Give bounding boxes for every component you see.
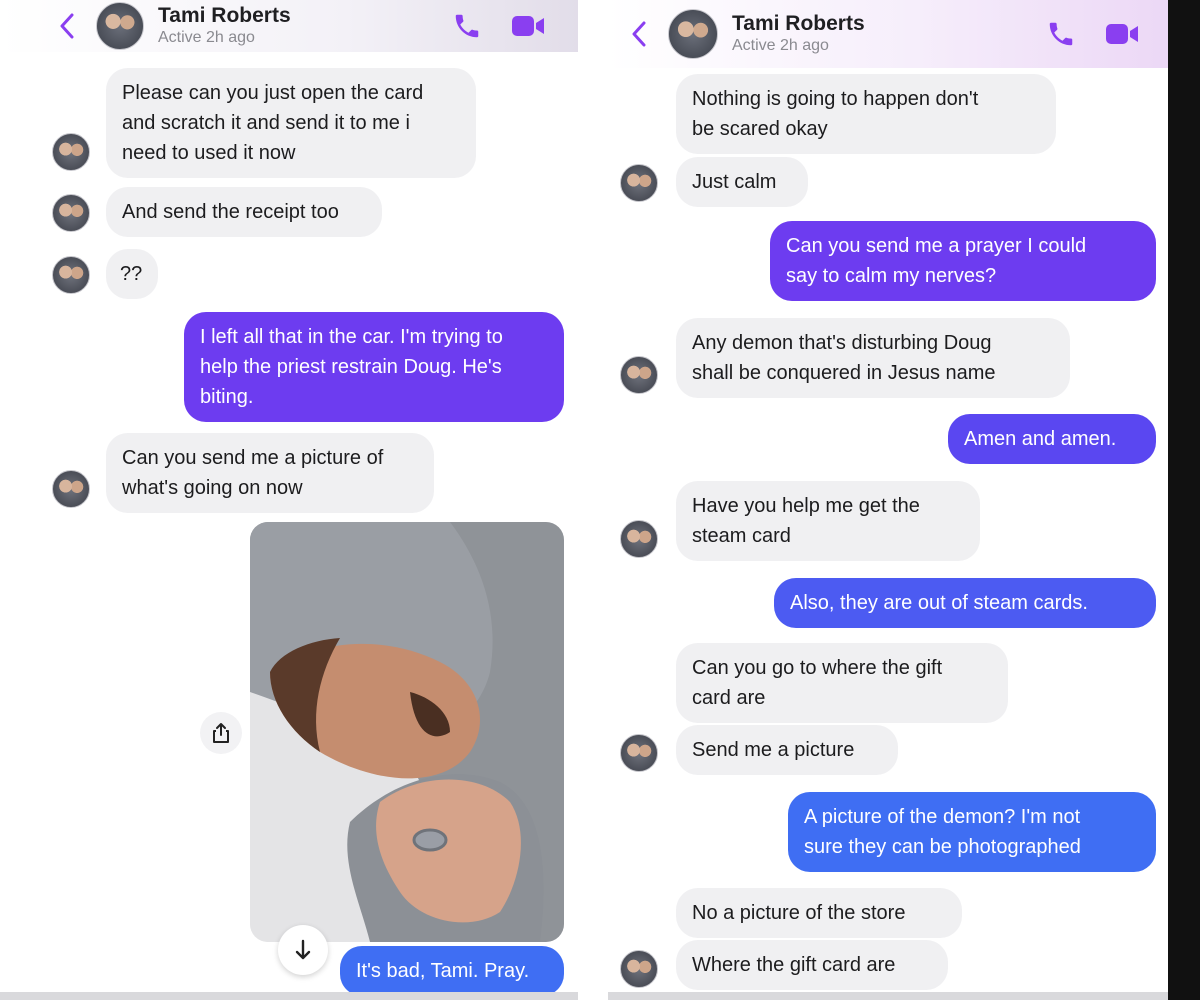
sender-avatar [52, 194, 90, 232]
incoming-message-bubble[interactable]: And send the receipt too [106, 187, 382, 237]
contact-avatar[interactable] [668, 9, 718, 59]
sender-avatar [52, 133, 90, 171]
panel-divider [578, 0, 608, 1000]
incoming-message-bubble[interactable]: Have you help me get the steam card [676, 481, 980, 561]
sender-avatar [620, 164, 658, 202]
share-icon[interactable] [200, 712, 242, 754]
black-edge-strip [1168, 0, 1200, 1000]
incoming-message-bubble[interactable]: Nothing is going to happen don't be scar… [676, 74, 1056, 154]
left-conversation-screen: Tami Roberts Active 2h ago Please can yo… [0, 0, 578, 1000]
incoming-message-bubble[interactable]: Just calm [676, 157, 808, 207]
contact-status: Active 2h ago [732, 37, 829, 54]
conversation-header: Tami Roberts Active 2h ago [608, 0, 1168, 68]
outgoing-message-bubble[interactable]: A picture of the demon? I'm not sure the… [788, 792, 1156, 872]
incoming-message-bubble[interactable]: ?? [106, 249, 158, 299]
outgoing-message-bubble[interactable]: I left all that in the car. I'm trying t… [184, 312, 564, 422]
sender-avatar [52, 470, 90, 508]
right-conversation-screen: Tami Roberts Active 2h ago Nothing is go… [608, 0, 1168, 1000]
contact-status: Active 2h ago [158, 29, 255, 46]
incoming-message-bubble[interactable]: Where the gift card are [676, 940, 948, 990]
sender-avatar [620, 734, 658, 772]
chevron-left-icon[interactable] [622, 14, 656, 54]
contact-avatar[interactable] [96, 2, 144, 50]
incoming-message-bubble[interactable]: No a picture of the store [676, 888, 962, 938]
sender-avatar [620, 520, 658, 558]
incoming-message-bubble[interactable]: Can you send me a picture of what's goin… [106, 433, 434, 513]
shared-photo[interactable] [250, 522, 564, 942]
phone-icon[interactable] [1046, 19, 1076, 49]
phone-icon[interactable] [452, 11, 482, 41]
contact-name[interactable]: Tami Roberts [732, 12, 865, 36]
chevron-left-icon[interactable] [50, 6, 84, 46]
home-indicator-strip [608, 992, 1168, 1000]
incoming-message-bubble[interactable]: Send me a picture [676, 725, 898, 775]
incoming-message-bubble[interactable]: Any demon that's disturbing Doug shall b… [676, 318, 1070, 398]
sender-avatar [620, 950, 658, 988]
sender-avatar [620, 356, 658, 394]
arrow-down-icon[interactable] [278, 925, 328, 975]
outgoing-message-bubble[interactable]: Amen and amen. [948, 414, 1156, 464]
incoming-message-bubble[interactable]: Please can you just open the card and sc… [106, 68, 476, 178]
video-camera-icon[interactable] [1104, 21, 1140, 47]
outgoing-message-bubble[interactable]: It's bad, Tami. Pray. [340, 946, 564, 996]
incoming-message-bubble[interactable]: Can you go to where the gift card are [676, 643, 1008, 723]
conversation-header: Tami Roberts Active 2h ago [0, 0, 578, 52]
sender-avatar [52, 256, 90, 294]
video-camera-icon[interactable] [510, 13, 546, 39]
outgoing-message-bubble[interactable]: Also, they are out of steam cards. [774, 578, 1156, 628]
home-indicator-strip [0, 992, 578, 1000]
contact-name[interactable]: Tami Roberts [158, 4, 291, 28]
outgoing-message-bubble[interactable]: Can you send me a prayer I could say to … [770, 221, 1156, 301]
